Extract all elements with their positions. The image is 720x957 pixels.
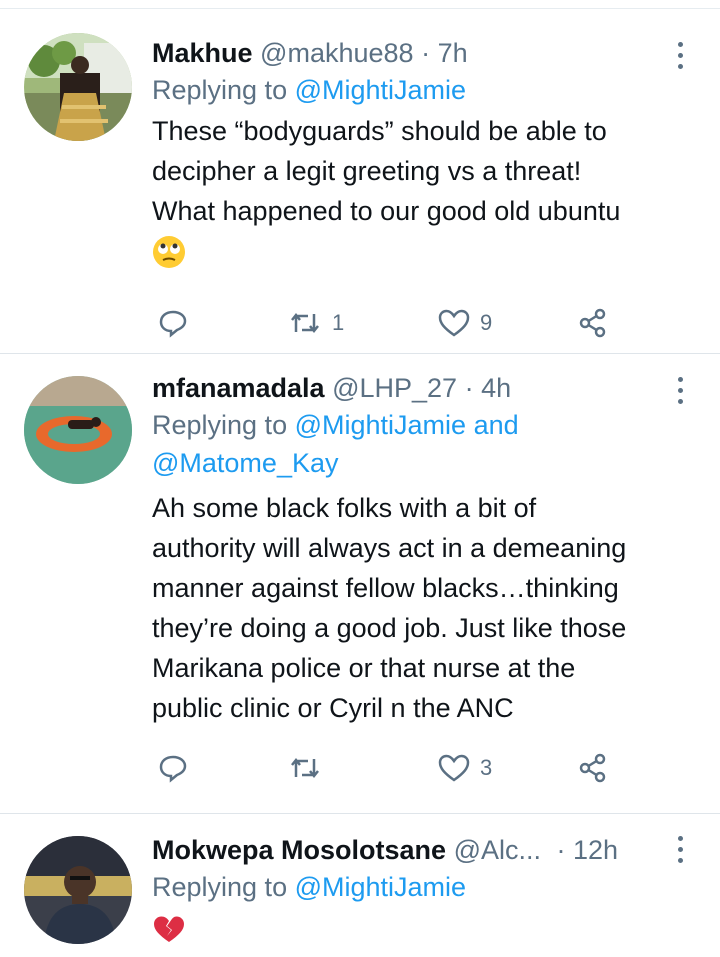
reply-button[interactable]	[158, 303, 188, 343]
top-divider	[0, 0, 720, 9]
like-count: 9	[480, 310, 493, 335]
replying-to: Replying to @MightiJamie	[152, 71, 690, 109]
tweet-actions: 1 9	[152, 303, 622, 343]
tweet-2[interactable]: mfanamadala @LHP_27 · 4h Replying to @Mi…	[0, 354, 720, 814]
avatar-mokwepa[interactable]	[24, 836, 132, 944]
like-count: 3	[480, 755, 493, 780]
replying-to: Replying to @MightiJamie	[152, 868, 690, 906]
text-line: they’re doing a good job. Just like thos…	[152, 613, 627, 643]
display-name[interactable]: Makhue	[152, 38, 253, 68]
like-button[interactable]: 9	[438, 303, 492, 343]
reply-mention[interactable]: @MightiJamie	[295, 410, 466, 440]
share-icon	[579, 753, 606, 783]
reply-and[interactable]: and	[474, 410, 519, 440]
text-line: Marikana police or that nurse at the	[152, 653, 576, 683]
tweet-header: Makhue @makhue88 · 7h	[152, 35, 690, 71]
separator: ·	[464, 373, 474, 403]
like-icon	[438, 309, 470, 337]
reply-mention[interactable]: @Matome_Kay	[152, 448, 338, 478]
handle[interactable]: @LHP_27	[332, 373, 457, 403]
replying-prefix: Replying to	[152, 872, 288, 902]
timestamp[interactable]: 4h	[481, 373, 511, 403]
separator: ·	[556, 835, 566, 865]
text-line: manner against fellow blacks…thinking	[152, 573, 619, 603]
like-button[interactable]: 3	[438, 748, 492, 788]
replying-to: Replying to @MightiJamie and @Matome_Kay	[152, 406, 690, 482]
tweet-header: mfanamadala @LHP_27 · 4h	[152, 370, 690, 406]
text-line: Ah some black folks with a bit of	[152, 493, 537, 523]
timestamp[interactable]: 12h	[573, 835, 618, 865]
retweet-button[interactable]: 1	[288, 303, 344, 343]
text-line: What happened to our good old ubuntu	[152, 196, 621, 226]
reply-button[interactable]	[158, 748, 188, 788]
text-line: public clinic or Cyril n the ANC	[152, 693, 514, 723]
broken-heart-emoji	[152, 914, 690, 948]
avatar-mfanamadala[interactable]	[24, 376, 132, 484]
replying-prefix: Replying to	[152, 75, 288, 105]
share-icon	[579, 308, 606, 338]
text-line: decipher a legit greeting vs a threat!	[152, 156, 582, 186]
timestamp[interactable]: 7h	[438, 38, 468, 68]
reply-mention[interactable]: @MightiJamie	[295, 75, 466, 105]
text-line: authority will always act in a demeaning	[152, 533, 627, 563]
tweet-1[interactable]: Makhue @makhue88 · 7h Replying to @Might…	[0, 9, 720, 354]
retweet-icon	[291, 312, 319, 334]
reply-mention[interactable]: @MightiJamie	[295, 872, 466, 902]
tweet-text: Ah some black folks with a bit of author…	[152, 488, 690, 728]
retweet-button[interactable]	[288, 748, 332, 788]
reply-icon	[159, 310, 187, 338]
avatar-makhue[interactable]	[24, 33, 132, 141]
display-name[interactable]: Mokwepa Mosolotsane	[152, 835, 446, 865]
like-icon	[438, 754, 470, 782]
reply-icon	[159, 755, 187, 783]
retweet-count: 1	[332, 310, 345, 335]
handle[interactable]: @makhue88	[260, 38, 414, 68]
retweet-icon	[291, 757, 319, 779]
share-button[interactable]	[578, 748, 608, 788]
tweet-header: Mokwepa Mosolotsane @Alc... · 12h	[152, 832, 690, 868]
display-name[interactable]: mfanamadala	[152, 373, 325, 403]
handle[interactable]: @Alc...	[454, 835, 541, 865]
text-line: These “bodyguards” should be able to	[152, 116, 607, 146]
separator: ·	[421, 38, 431, 68]
tweet-3[interactable]: Mokwepa Mosolotsane @Alc... · 12h Replyi…	[0, 814, 720, 957]
tweet-actions: 3	[152, 748, 622, 788]
rolling-eyes-emoji	[152, 231, 690, 275]
tweet-text: These “bodyguards” should be able to dec…	[152, 111, 690, 275]
replying-prefix: Replying to	[152, 410, 288, 440]
share-button[interactable]	[578, 303, 608, 343]
